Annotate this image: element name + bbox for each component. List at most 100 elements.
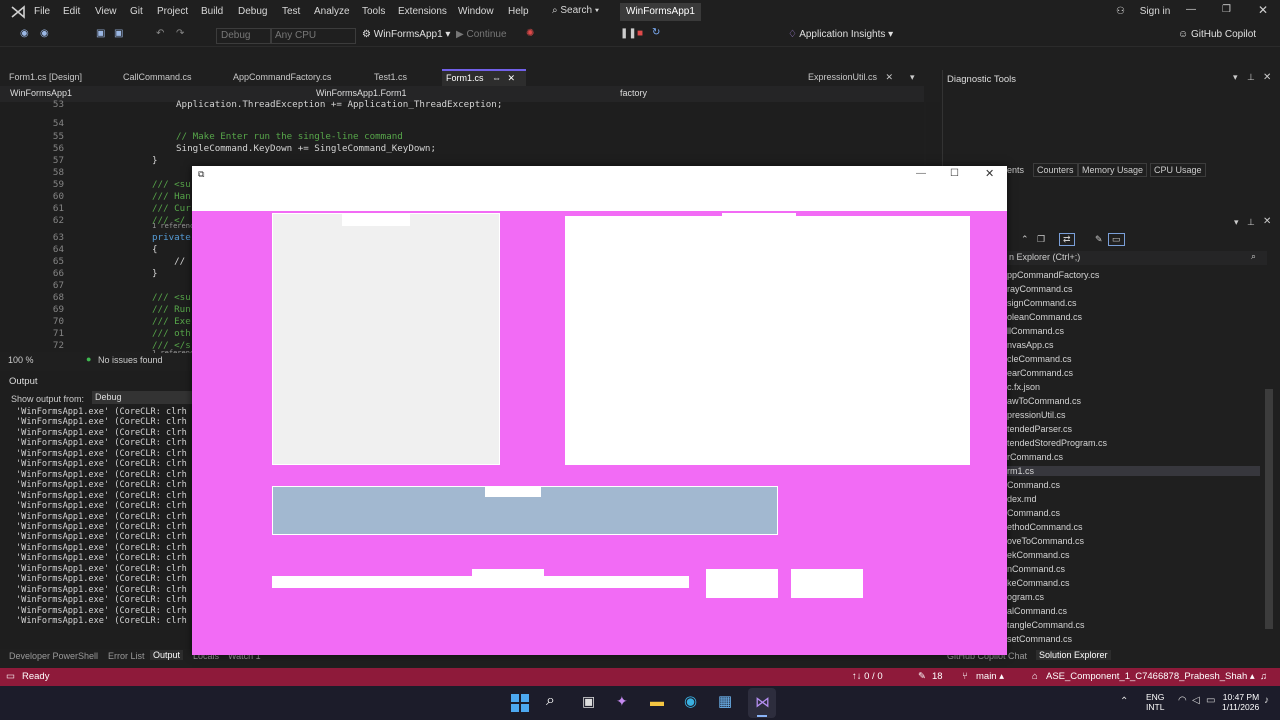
zoom-level[interactable]: 100 % [8, 355, 34, 365]
code-line[interactable]: /// <su [152, 179, 191, 190]
solution-item[interactable]: rm1.cs [1007, 466, 1260, 476]
code-line[interactable]: SingleCommand.KeyDown += SingleCommand_K… [176, 143, 436, 154]
code-line[interactable]: Application.ThreadException += Applicati… [176, 99, 502, 110]
repo-selector[interactable]: ASE_Component_1_C7466878_Prabesh_Shah ▴ [1046, 671, 1255, 682]
search-icon[interactable]: ⌕ [546, 692, 555, 710]
solution-scrollbar[interactable] [1265, 389, 1273, 629]
program-input-box[interactable] [272, 213, 500, 465]
menu-git[interactable]: Git [130, 6, 143, 17]
branch-selector[interactable]: main ▴ [976, 671, 1004, 682]
solution-item[interactable]: dex.md [1007, 494, 1037, 504]
start-target-button[interactable]: ⚙ WinFormsApp1 ▾ [362, 29, 450, 40]
solution-item[interactable]: keCommand.cs [1007, 578, 1070, 588]
code-line[interactable]: private [152, 232, 191, 243]
syntax-button[interactable] [791, 569, 863, 598]
solution-search-input[interactable]: n Explorer (Ctrl+;) ⌕ [1007, 251, 1267, 265]
solution-item[interactable]: tendedParser.cs [1007, 424, 1072, 434]
code-line[interactable]: /// Run [152, 304, 191, 315]
copilot-button[interactable]: ☺ GitHub Copilot [1178, 29, 1256, 40]
solution-item[interactable]: tendedStoredProgram.cs [1007, 438, 1107, 448]
tab-test1[interactable]: Test1.cs [370, 70, 411, 85]
tab-solution-explorer[interactable]: Solution Explorer [1036, 650, 1111, 660]
solution-item[interactable]: nCommand.cs [1007, 564, 1065, 574]
drawing-canvas[interactable] [565, 216, 970, 465]
code-line[interactable]: /// <su [152, 292, 191, 303]
wrench-icon[interactable]: ✎ [1095, 234, 1103, 245]
commits-indicator[interactable]: ↑↓ 0 / 0 [852, 671, 883, 682]
tab-output[interactable]: Output [150, 650, 184, 660]
tab-expressionutil[interactable]: ExpressionUtil.cs ✕ [804, 70, 897, 85]
code-line[interactable]: /// Cur [152, 203, 191, 214]
menu-project[interactable]: Project [157, 6, 188, 17]
restart-icon[interactable]: ↻ [652, 27, 660, 38]
single-command-input[interactable] [272, 576, 689, 588]
menu-build[interactable]: Build [201, 6, 223, 17]
issues-indicator[interactable]: No issues found [98, 355, 163, 365]
pin-icon[interactable]: ⊥ [1247, 217, 1255, 228]
tab-close-icon[interactable]: ✕ [508, 73, 516, 83]
panel-close-icon[interactable]: ✕ [1263, 216, 1271, 227]
solution-item[interactable]: llCommand.cs [1007, 326, 1064, 336]
hot-reload-icon[interactable]: ✺ [526, 28, 534, 39]
solution-item[interactable]: setCommand.cs [1007, 634, 1072, 644]
menu-help[interactable]: Help [508, 6, 529, 17]
form-close-icon[interactable]: ✕ [985, 167, 994, 180]
pause-icon[interactable]: ❚❚ [620, 28, 637, 39]
copilot-app-icon[interactable]: ✦ [616, 693, 628, 710]
solution-item[interactable]: ethodCommand.cs [1007, 522, 1083, 532]
restore-icon[interactable]: ❐ [1222, 4, 1231, 15]
tray-chevron-icon[interactable]: ⌃ [1120, 696, 1128, 707]
stop-icon[interactable]: ■ [637, 28, 643, 39]
tab-form1-design[interactable]: Form1.cs [Design] [5, 70, 86, 85]
diag-tab-counters[interactable]: Counters [1033, 163, 1078, 177]
menu-tools[interactable]: Tools [362, 6, 385, 17]
battery-icon[interactable]: ▭ [1206, 695, 1215, 706]
windows-start-icon[interactable] [511, 694, 529, 712]
menu-test[interactable]: Test [282, 6, 300, 17]
tab-error-list[interactable]: Error List [108, 651, 145, 661]
visual-studio-logo-icon[interactable] [10, 5, 26, 19]
solution-item[interactable]: oveToCommand.cs [1007, 536, 1084, 546]
solution-item[interactable]: c.fx.json [1007, 382, 1040, 392]
task-view-icon[interactable]: ▣ [582, 693, 595, 710]
solution-item[interactable]: nvasApp.cs [1007, 340, 1054, 350]
tab-overflow-icon[interactable]: ▾ [910, 72, 915, 83]
store-icon[interactable]: ▦ [718, 692, 732, 710]
menu-file[interactable]: File [34, 6, 50, 17]
code-line[interactable]: // Make Enter run the single-line comman… [176, 131, 403, 142]
diag-tab-cpu[interactable]: CPU Usage [1150, 163, 1206, 177]
notification-bell-icon[interactable]: ♪ [1264, 695, 1269, 706]
tab-appcommandfactory[interactable]: AppCommandFactory.cs [229, 70, 335, 85]
continue-button[interactable]: ▶ Continue [456, 29, 507, 40]
edge-icon[interactable]: ◉ [684, 692, 697, 710]
view-toggle-icon[interactable]: ⇄ [1059, 233, 1075, 246]
minimize-icon[interactable]: — [1186, 4, 1196, 15]
diag-tab-events[interactable]: ents [1007, 165, 1024, 175]
code-line[interactable]: } [152, 268, 158, 279]
app-insights-button[interactable]: ♢ Application Insights ▾ [788, 29, 893, 40]
code-line[interactable]: { [152, 244, 158, 255]
solution-item[interactable]: tangleCommand.cs [1007, 620, 1085, 630]
solution-item[interactable]: cleCommand.cs [1007, 354, 1072, 364]
redo-icon[interactable]: ↷ [176, 28, 184, 39]
code-line[interactable]: /// Exe [152, 316, 191, 327]
tab-form1[interactable]: Form1.cs ⇔ ✕ [442, 69, 526, 86]
tab-callcommand[interactable]: CallCommand.cs [119, 70, 196, 85]
clock[interactable]: 10:47 PM 1/11/2026 [1222, 692, 1259, 712]
menu-analyze[interactable]: Analyze [314, 6, 350, 17]
back-icon[interactable]: ◉ [20, 28, 29, 39]
collapse-icon[interactable]: ⌃ [1021, 234, 1029, 245]
output-source-select[interactable]: Debug [92, 391, 195, 404]
panel-close-icon[interactable]: ✕ [1263, 72, 1271, 83]
tab-developer-powershell[interactable]: Developer PowerShell [9, 651, 98, 661]
menu-extensions[interactable]: Extensions [398, 6, 447, 17]
pin-icon[interactable]: ⊥ [1247, 72, 1255, 83]
search-menu[interactable]: ⌕ Search ▾ [552, 5, 599, 16]
code-line[interactable]: /// Han [152, 191, 191, 202]
reference-hint[interactable]: 1 referenc [152, 222, 194, 230]
code-line[interactable]: // [152, 256, 185, 267]
solution-item[interactable]: ekCommand.cs [1007, 550, 1070, 560]
run-button[interactable] [706, 569, 778, 598]
copy-icon[interactable]: ❐ [1037, 234, 1045, 245]
changes-count[interactable]: 18 [932, 671, 943, 682]
